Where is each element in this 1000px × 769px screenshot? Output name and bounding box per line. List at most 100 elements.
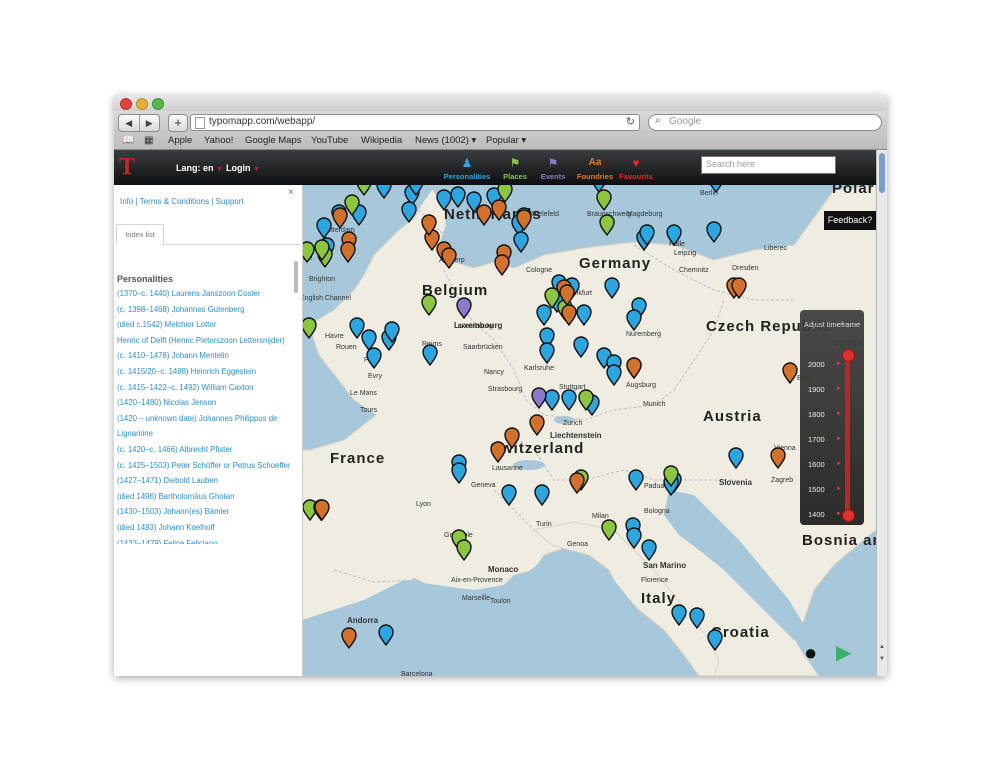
sidebar-scrollbar[interactable] bbox=[294, 261, 298, 293]
forward-button[interactable]: ▶ bbox=[138, 115, 160, 131]
personality-list-item[interactable]: (1427–1471) Diebold Lauben bbox=[117, 473, 293, 489]
scroll-up-icon[interactable]: ▲ bbox=[879, 644, 885, 650]
personality-list-item[interactable]: (died 1493) Johann Koelhoff bbox=[117, 520, 293, 536]
timeframe-tick-icon: ► bbox=[836, 486, 842, 492]
timeframe-tick-icon: ► bbox=[836, 436, 842, 442]
map-place-label: Cologne bbox=[526, 267, 552, 274]
map-place-label: Munich bbox=[643, 401, 666, 408]
personalities-list: (1370–c. 1440) Laurens Janszoon Coster (c… bbox=[117, 286, 293, 544]
personality-list-item[interactable]: (c. 1415/20–c. 1488) Heinrich Eggestein bbox=[117, 364, 293, 380]
map-place-label: Chemnitz bbox=[679, 267, 709, 274]
personality-list-item[interactable]: (c. 1398–1468) Johannes Gutenberg bbox=[117, 302, 293, 318]
map-place-label: Monaco bbox=[488, 565, 518, 574]
typomapp-logo[interactable]: T bbox=[119, 154, 137, 180]
personality-list-item[interactable]: (1370–c. 1440) Laurens Janszoon Coster bbox=[117, 286, 293, 302]
tab-index-list[interactable]: Index list bbox=[116, 224, 164, 245]
timeframe-year-label: 1800 bbox=[808, 410, 825, 419]
timeframe-handle-end[interactable] bbox=[842, 349, 855, 362]
map-place-label: Aix-en-Provence bbox=[451, 577, 503, 584]
google-play-icon[interactable]: ▶ bbox=[836, 640, 851, 665]
close-window-button[interactable] bbox=[120, 98, 132, 110]
map-place-label: Bologna bbox=[644, 508, 670, 515]
map-place-label: Lausanne bbox=[492, 465, 523, 472]
map-place-label: Germany bbox=[579, 255, 651, 272]
timeframe-tick-icon: ► bbox=[836, 461, 842, 467]
map-place-label: France bbox=[330, 450, 385, 467]
bookmark-yahoo[interactable]: Yahoo! bbox=[204, 135, 233, 146]
language-label: Lang: en bbox=[176, 163, 214, 173]
browser-toolbar: ◀ ▶ + typomapp.com/webapp/ ↻ ⌕ Google bbox=[114, 111, 887, 133]
timeframe-panel: Adjust timeframe 2000 ► 1900 ► 1800 ► 1700 ► 160… bbox=[800, 310, 864, 525]
zoom-window-button[interactable] bbox=[152, 98, 164, 110]
url-text: typomapp.com/webapp/ bbox=[209, 116, 316, 127]
map-search-input[interactable]: Search here bbox=[701, 156, 836, 174]
bookmark-youtube[interactable]: YouTube bbox=[311, 135, 348, 146]
personality-list-item[interactable]: Henric of Delft (Henric Pieterszoon Lett… bbox=[117, 333, 293, 349]
bookmark-popular[interactable]: Popular ▾ bbox=[486, 135, 526, 146]
map-place-label: Dresden bbox=[732, 265, 759, 272]
personality-list-item[interactable]: (c. 1420–c. 1466) Albrecht Pfister bbox=[117, 442, 293, 458]
personality-list-item[interactable]: (1430–1503) Johann(es) Bämler bbox=[117, 504, 293, 520]
map-place-label: Nuremberg bbox=[626, 331, 661, 338]
add-bookmark-button[interactable]: + bbox=[168, 114, 188, 132]
person-icon: ♟ bbox=[461, 156, 473, 170]
timeframe-tick-icon: ► bbox=[836, 386, 842, 392]
login-button[interactable]: Login ▼ bbox=[226, 163, 260, 173]
reload-icon[interactable]: ↻ bbox=[626, 115, 635, 128]
map-place-label: Marseille bbox=[462, 595, 490, 602]
map-place-label: English Channel bbox=[300, 295, 351, 302]
bookmark-google-maps[interactable]: Google Maps bbox=[245, 135, 302, 146]
personality-list-item[interactable]: (c. 1425–1503) Peter Schöffer or Petrus … bbox=[117, 458, 293, 474]
timeframe-year-label: 1700 bbox=[808, 435, 825, 444]
timeframe-range bbox=[845, 353, 850, 515]
close-icon[interactable]: × bbox=[288, 187, 294, 198]
filter-favourites[interactable]: ♥ Favourits bbox=[610, 157, 662, 181]
personality-list-item[interactable]: (1420 – unknown date) Johannes Philippus… bbox=[117, 411, 293, 427]
personality-list-item[interactable]: (died 1496) Bartholomäus Ghotan bbox=[117, 489, 293, 505]
timeframe-title: Adjust timeframe bbox=[803, 320, 861, 329]
chevron-down-icon: ▼ bbox=[216, 166, 223, 173]
reading-list-icon[interactable]: 📖 bbox=[122, 135, 134, 146]
login-label: Login bbox=[226, 163, 251, 173]
filter-personalities[interactable]: ♟ Personalities bbox=[441, 157, 493, 181]
personality-list-item[interactable]: (1420–1480) Nicolas Jenson bbox=[117, 395, 293, 411]
personality-list-item[interactable]: (c. 1415–1422–c. 1492) William Caxton bbox=[117, 380, 293, 396]
sidebar-links[interactable]: Info | Terms & Conditions | Support bbox=[120, 197, 244, 206]
page-scrollbar[interactable]: ▲ ▼ bbox=[876, 150, 887, 676]
timeframe-year-label: 1500 bbox=[808, 485, 825, 494]
map-place-label: Tours bbox=[360, 407, 378, 414]
scroll-down-icon[interactable]: ▼ bbox=[879, 656, 885, 662]
map-place-label: Florence bbox=[641, 577, 668, 584]
feedback-button[interactable]: Feedback? bbox=[824, 211, 876, 230]
map-place-label: Turin bbox=[536, 521, 552, 528]
map-place-label: Strasbourg bbox=[488, 386, 522, 393]
bookmark-wikipedia[interactable]: Wikipedia bbox=[361, 135, 402, 146]
browser-search-field[interactable]: ⌕ Google bbox=[648, 114, 882, 131]
bookmark-apple[interactable]: Apple bbox=[168, 135, 192, 146]
language-selector[interactable]: Lang: en ▼ bbox=[176, 163, 223, 173]
minimize-window-button[interactable] bbox=[136, 98, 148, 110]
timeframe-handle-start[interactable] bbox=[842, 509, 855, 522]
app-header: T Lang: en ▼ Login ▼ ♟ Personalities ⚑ P… bbox=[114, 150, 876, 185]
personality-list-item[interactable]: Lignamine bbox=[117, 426, 293, 442]
page-scrollbar-thumb[interactable] bbox=[879, 153, 885, 193]
back-button[interactable]: ◀ bbox=[119, 115, 139, 131]
map-place-label: Liberec bbox=[764, 245, 787, 252]
web-content: Netherlands Belgium Germany France Switzerla… bbox=[114, 150, 887, 676]
map-place-label: San Marino bbox=[643, 561, 686, 570]
history-buttons: ◀ ▶ bbox=[118, 114, 160, 132]
map-place-label: Zagreb bbox=[771, 477, 793, 484]
top-sites-grid-icon[interactable]: ▦ bbox=[144, 135, 153, 146]
search-icon: ⌕ bbox=[655, 115, 661, 126]
map-place-label: Havre bbox=[325, 333, 344, 340]
bookmark-news[interactable]: News (1002) ▾ bbox=[415, 135, 476, 146]
address-bar[interactable]: typomapp.com/webapp/ ↻ bbox=[190, 114, 640, 131]
browser-window: ◀ ▶ + typomapp.com/webapp/ ↻ ⌕ Google 📖 … bbox=[114, 95, 887, 676]
personality-list-item[interactable]: (c. 1410–1478) Johann Mentelin bbox=[117, 348, 293, 364]
personality-list-item[interactable]: (died c.1542) Melchior Lotter bbox=[117, 317, 293, 333]
timeframe-year-label: 2000 bbox=[808, 360, 825, 369]
apple-app-store-icon[interactable]: ● bbox=[804, 640, 817, 666]
heart-icon: ♥ bbox=[632, 156, 640, 170]
personality-list-item[interactable]: (1433–1479) Felice Feliciano bbox=[117, 536, 293, 545]
map-place-label: Genoa bbox=[567, 541, 588, 548]
